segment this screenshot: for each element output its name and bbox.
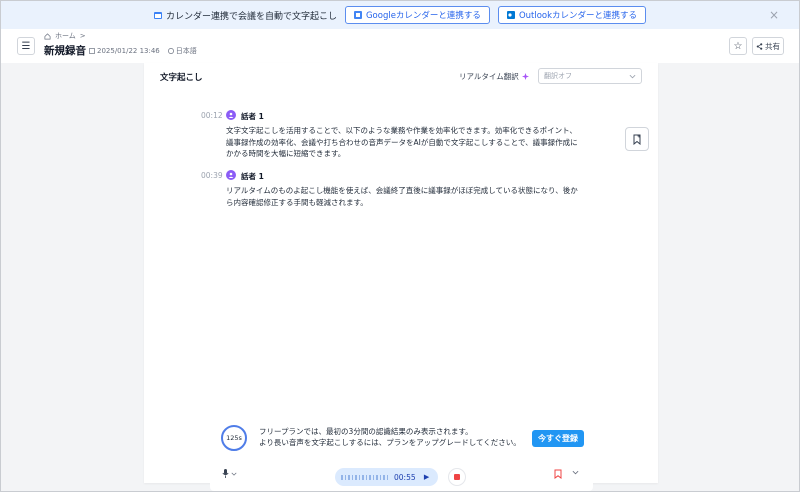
share-icon [756, 42, 763, 50]
recording-player: 00:55 ▶ [210, 460, 593, 491]
upgrade-line-2: より長い音声を文字起こしするには、プランをアップグレードしてください。 [259, 438, 521, 447]
star-icon: ☆ [733, 40, 743, 52]
waveform [341, 474, 388, 480]
play-icon[interactable]: ▶ [422, 472, 432, 482]
share-button[interactable]: 共有 [752, 37, 784, 55]
microphone-select[interactable] [222, 469, 237, 478]
hamburger-icon: ☰ [21, 40, 31, 52]
translate-select-value: 翻訳オフ [544, 72, 572, 80]
upgrade-message: フリープランでは、最初の3分間の認識結果のみ表示されます。 より長い音声を文字起… [259, 426, 521, 448]
bookmark-add-icon [633, 134, 641, 145]
register-now-button[interactable]: 今すぐ登録 [532, 430, 584, 447]
banner-text-wrap: カレンダー連携で会議を自動で文字起こし [153, 9, 337, 22]
share-label: 共有 [765, 41, 780, 51]
menu-button[interactable]: ☰ [17, 37, 35, 55]
speaker-avatar [226, 170, 236, 180]
breadcrumb: ホーム > [44, 31, 86, 41]
user-icon [228, 172, 234, 178]
calendar-icon [153, 12, 162, 19]
chevron-down-icon[interactable] [572, 468, 579, 477]
outlook-calendar-button[interactable]: Outlookカレンダーと連携する [497, 6, 647, 24]
upgrade-notice: 125s フリープランでは、最初の3分間の認識結果のみ表示されます。 より長い音… [217, 423, 585, 455]
speaker-name[interactable]: 話者 1 [241, 111, 264, 122]
bookmark-button[interactable] [625, 127, 649, 151]
google-calendar-label: Googleカレンダーと連携する [365, 11, 481, 21]
stop-icon [454, 474, 460, 480]
microphone-icon [222, 469, 229, 478]
speaker-name[interactable]: 話者 1 [241, 171, 264, 182]
page-title: 新規録音 [44, 45, 86, 57]
transcript-text: 文字文字起こしを活用することで、以下のような業務や作業を効率化できます。効率化で… [226, 126, 578, 158]
stop-recording-button[interactable] [448, 468, 466, 486]
entry-timestamp[interactable]: 00:39 [201, 171, 223, 180]
recording-date: 2025/01/22 13:46 [97, 47, 160, 55]
transcript-text: リアルタイムのものよ起こし機能を使えば、会議終了直後に議事録がほぼ完成している状… [226, 186, 578, 207]
playback-time: 00:55 [394, 472, 416, 482]
realtime-translate-label: リアルタイム翻訳 [459, 72, 519, 81]
ai-sparkle-icon [521, 73, 529, 80]
translate-language-select[interactable]: 翻訳オフ [538, 68, 642, 84]
bookmark-icon[interactable] [554, 469, 562, 482]
entry-timestamp[interactable]: 00:12 [201, 111, 223, 120]
globe-icon [167, 48, 174, 54]
google-calendar-icon [353, 11, 362, 19]
speaker-avatar [226, 110, 236, 120]
upgrade-line-1: フリープランでは、最初の3分間の認識結果のみ表示されます。 [259, 427, 473, 436]
page-header: ☰ ホーム > 新規録音 2025/01/22 13:46 日本語 ☆ 共有 [1, 29, 799, 63]
chevron-down-icon [231, 472, 237, 476]
transcript-card: 文字起こし リアルタイム翻訳 翻訳オフ 00:12 話者 1 文字文字起こしを活… [144, 63, 658, 483]
calendar-small-icon [89, 48, 95, 54]
chevron-down-icon [629, 74, 636, 78]
outlook-icon [506, 11, 515, 19]
breadcrumb-home[interactable]: ホーム [55, 31, 76, 41]
date-meta: 2025/01/22 13:46 [89, 46, 160, 56]
home-icon[interactable] [44, 32, 51, 40]
favorite-button[interactable]: ☆ [729, 37, 747, 55]
breadcrumb-separator: > [79, 32, 86, 40]
language-meta: 日本語 [167, 46, 197, 56]
calendar-banner: カレンダー連携で会議を自動で文字起こし Googleカレンダーと連携する Out… [1, 1, 799, 29]
user-icon [228, 112, 234, 118]
outlook-calendar-label: Outlookカレンダーと連携する [518, 11, 638, 21]
recording-meta: 2025/01/22 13:46 日本語 [89, 46, 197, 56]
transcript-title: 文字起こし [160, 73, 203, 83]
realtime-translate-label-wrap: リアルタイム翻訳 [459, 71, 529, 82]
recording-language: 日本語 [175, 47, 197, 55]
playback-control[interactable]: 00:55 ▶ [335, 468, 438, 486]
google-calendar-button[interactable]: Googleカレンダーと連携する [344, 6, 490, 24]
banner-text: カレンダー連携で会議を自動で文字起こし [165, 11, 337, 22]
remaining-time-timer: 125s [221, 425, 247, 451]
close-icon[interactable]: × [769, 8, 779, 22]
